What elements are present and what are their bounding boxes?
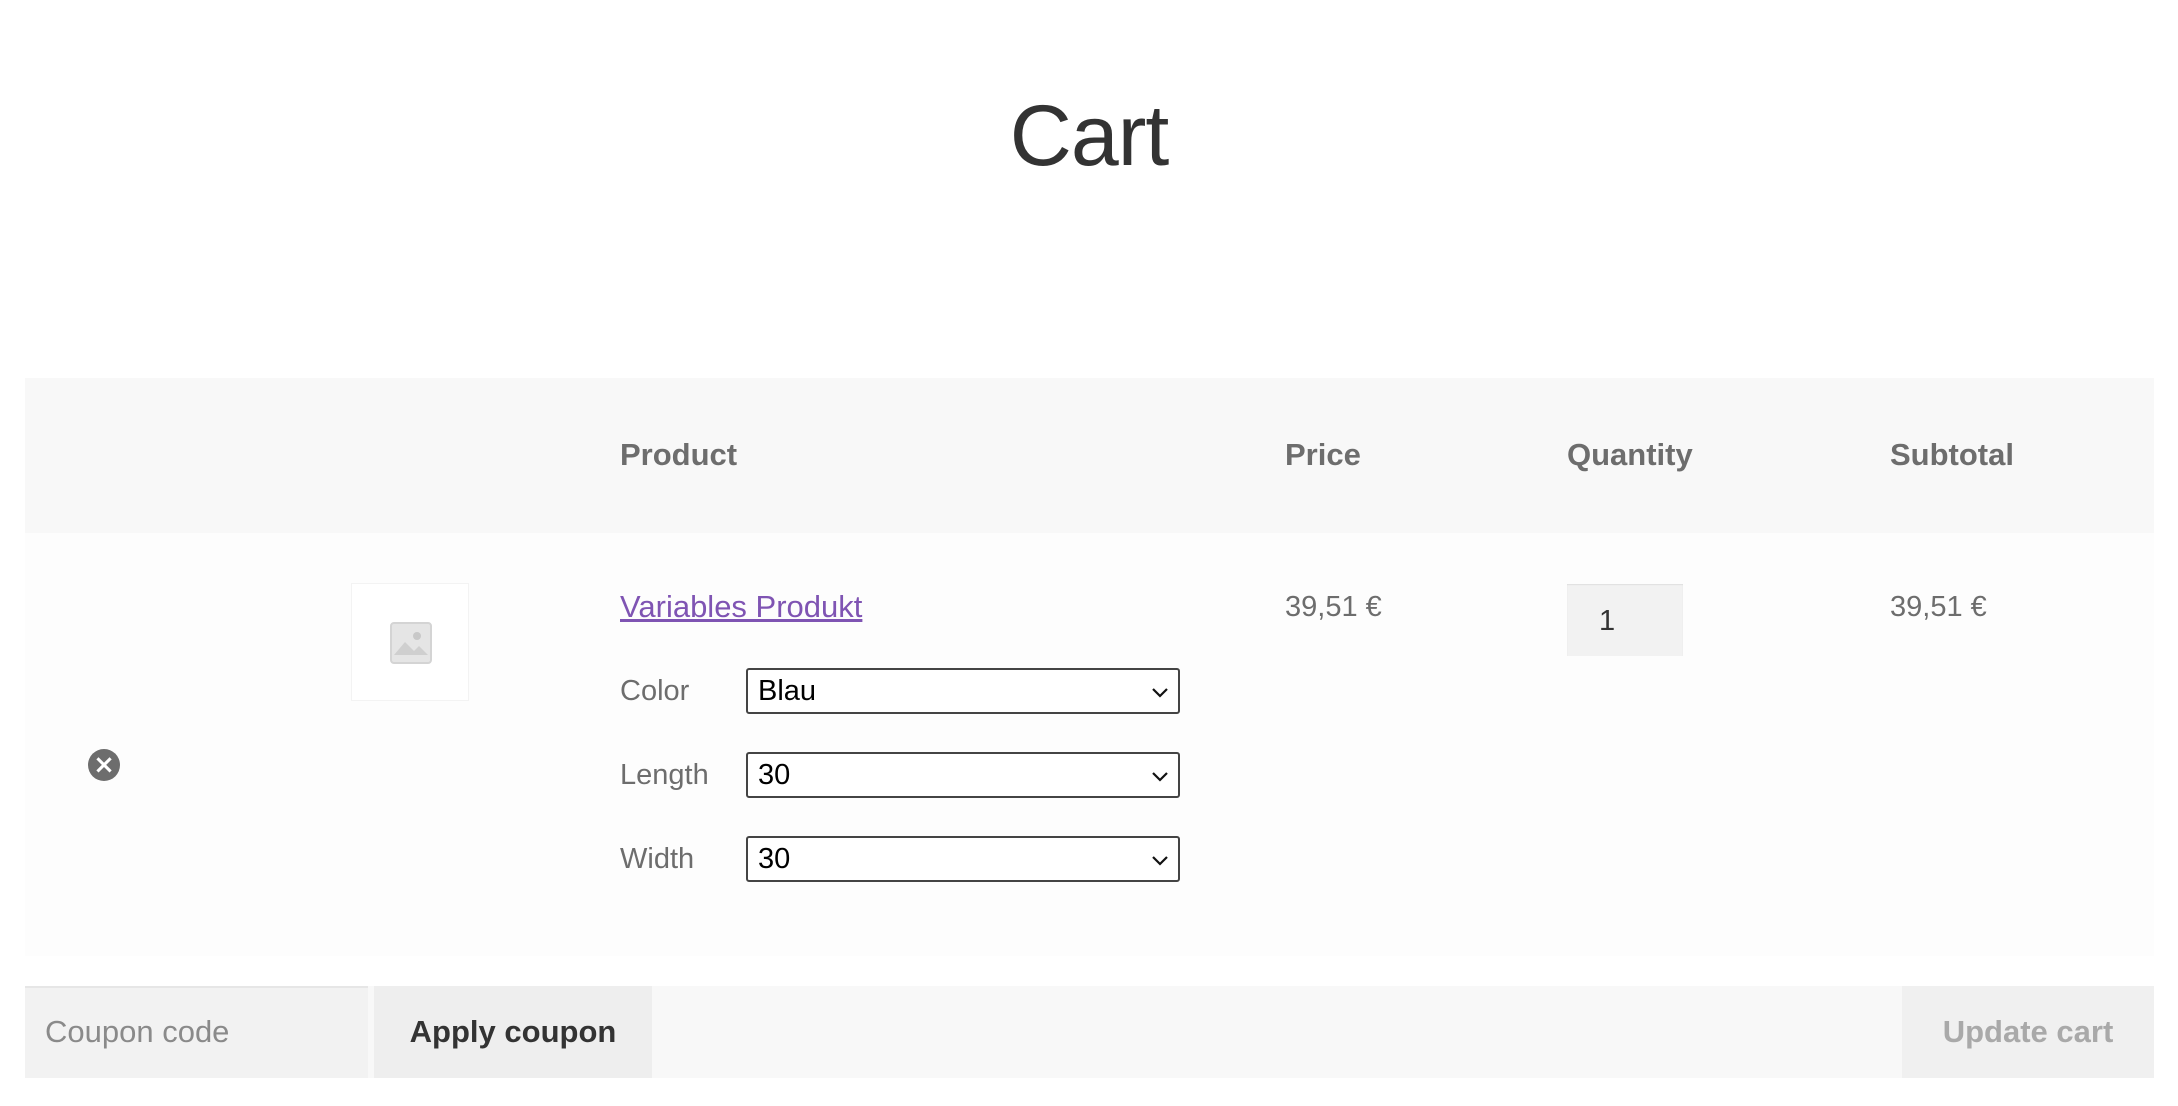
header-subtotal: Subtotal: [1890, 437, 2014, 472]
table-row: × Variables Produkt Color Blau Length 30: [25, 533, 2154, 956]
quantity-input[interactable]: 1: [1567, 584, 1683, 656]
header-quantity: Quantity: [1567, 437, 1693, 472]
attribute-label-color: Color: [620, 675, 690, 707]
item-price: 39,51 €: [1285, 591, 1382, 623]
coupon-code-placeholder: Coupon code: [45, 1014, 230, 1049]
update-cart-button[interactable]: Update cart: [1902, 986, 2154, 1078]
item-subtotal: 39,51 €: [1890, 591, 1987, 623]
cart-actions: Coupon code Apply coupon Update cart: [25, 986, 2154, 1078]
remove-item-button[interactable]: ×: [88, 749, 120, 781]
chevron-down-icon: [1152, 772, 1168, 782]
cart-page: Cart Product Price Quantity Subtotal × V…: [0, 0, 2178, 1106]
coupon-code-input[interactable]: Coupon code: [25, 986, 368, 1078]
apply-coupon-button[interactable]: Apply coupon: [374, 986, 652, 1078]
cart-table: Product Price Quantity Subtotal × Variab…: [25, 378, 2154, 956]
chevron-down-icon: [1152, 856, 1168, 866]
width-select-value: 30: [758, 843, 791, 875]
table-header: Product Price Quantity Subtotal: [25, 378, 2154, 533]
attribute-label-length: Length: [620, 759, 709, 791]
width-select[interactable]: 30: [746, 836, 1180, 882]
header-price: Price: [1285, 437, 1361, 472]
chevron-down-icon: [1152, 688, 1168, 698]
color-select[interactable]: Blau: [746, 668, 1180, 714]
page-title: Cart: [1009, 88, 1169, 184]
product-thumbnail[interactable]: [351, 583, 469, 701]
quantity-value: 1: [1599, 605, 1616, 637]
length-select-value: 30: [758, 759, 791, 791]
color-select-value: Blau: [758, 675, 817, 707]
product-name-link[interactable]: Variables Produkt: [620, 587, 862, 627]
length-select[interactable]: 30: [746, 752, 1180, 798]
attribute-label-width: Width: [620, 843, 695, 875]
close-circle-icon: ×: [93, 750, 115, 780]
image-placeholder-icon: [390, 622, 432, 664]
header-product: Product: [620, 437, 738, 472]
